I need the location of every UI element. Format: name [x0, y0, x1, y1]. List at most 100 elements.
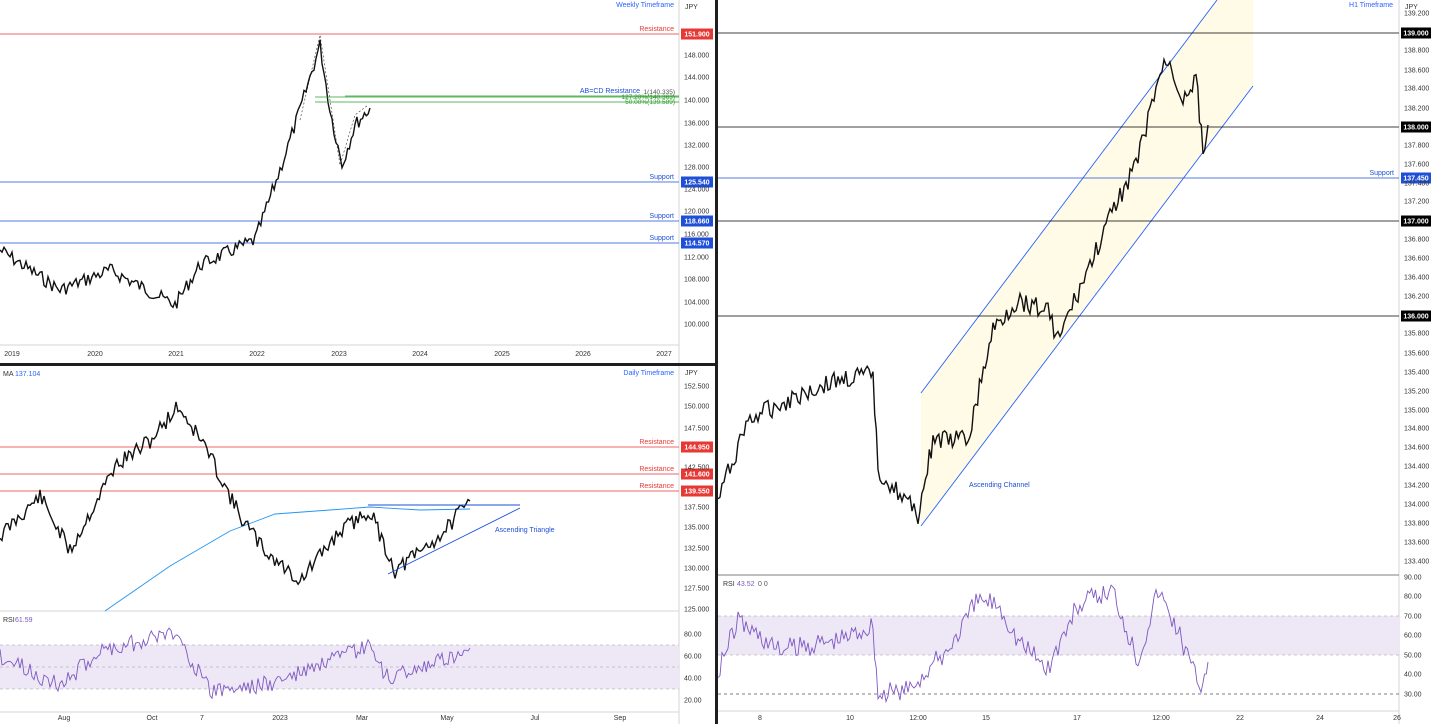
- h1-rsi-tick: 80.00: [1404, 594, 1422, 601]
- h1-price-tick: 135.000: [1404, 408, 1429, 415]
- weekly-level-price-value: 151.900: [684, 32, 709, 39]
- h1-price-tick: 133.800: [1404, 521, 1429, 528]
- daily-chart-panel[interactable]: MA 137.104 Daily Timeframe JPY Resistanc…: [0, 366, 715, 724]
- daily-level-label: Resistance: [639, 483, 674, 490]
- daily-ma-label: MA: [3, 371, 14, 378]
- h1-price-tick: 134.800: [1404, 426, 1429, 433]
- h1-level-price-value: 137.000: [1403, 219, 1428, 226]
- daily-time-tick: 2023: [272, 715, 288, 722]
- h1-price-tick: 137.400: [1404, 181, 1429, 188]
- daily-price-tick: 142.500: [684, 465, 709, 472]
- weekly-price-tick: 144.000: [684, 75, 709, 82]
- h1-rsi-label: RSI: [723, 581, 735, 588]
- h1-price-tick: 137.600: [1404, 162, 1429, 169]
- h1-price-tick: 139.200: [1404, 11, 1429, 18]
- daily-price-tick: 150.000: [684, 404, 709, 411]
- h1-price-tick: 135.200: [1404, 389, 1429, 396]
- panel-divider-horizontal[interactable]: [0, 363, 715, 366]
- daily-price-tick: 147.500: [684, 426, 709, 433]
- h1-rsi-tick: 70.00: [1404, 614, 1422, 621]
- daily-price-tick: 127.500: [684, 586, 709, 593]
- daily-currency-label: JPY: [685, 370, 698, 377]
- h1-rsi-params: 0 0: [758, 581, 768, 588]
- daily-price-series: [0, 401, 471, 586]
- daily-time-tick: Mar: [356, 715, 369, 722]
- daily-moving-average: [104, 506, 471, 612]
- daily-chart[interactable]: MA 137.104 Daily Timeframe JPY Resistanc…: [0, 366, 715, 724]
- weekly-price-tick: 108.000: [684, 277, 709, 284]
- daily-rsi-label: RSI: [3, 617, 15, 624]
- daily-rsi-tick: 40.00: [684, 676, 702, 683]
- h1-time-tick: 24: [1316, 715, 1324, 722]
- weekly-currency-label: JPY: [685, 4, 698, 11]
- weekly-price-series: [0, 39, 371, 309]
- h1-chart-panel[interactable]: H1 Timeframe JPY 139.000 138.000 Support 13…: [718, 0, 1431, 724]
- weekly-price-tick: 112.000: [684, 255, 709, 262]
- weekly-chart-panel[interactable]: Weekly Timeframe JPY Resistance 151.900 Su…: [0, 0, 715, 363]
- h1-price-tick: 138.400: [1404, 86, 1429, 93]
- panel-divider-vertical[interactable]: [715, 0, 718, 724]
- weekly-time-tick: 2019: [4, 351, 20, 358]
- h1-price-tick: 135.400: [1404, 370, 1429, 377]
- fib-label-50: 50.00%(139.589): [625, 99, 675, 106]
- weekly-level-price-value: 125.540: [684, 180, 709, 187]
- h1-price-tick: 134.000: [1404, 502, 1429, 509]
- h1-price-tick: 134.600: [1404, 445, 1429, 452]
- daily-level-label: Resistance: [639, 466, 674, 473]
- weekly-chart[interactable]: Weekly Timeframe JPY Resistance 151.900 Su…: [0, 0, 715, 363]
- h1-time-tick: 12:00: [1152, 715, 1170, 722]
- weekly-time-tick: 2025: [494, 351, 510, 358]
- h1-time-tick: 15: [982, 715, 990, 722]
- weekly-price-tick: 132.000: [684, 143, 709, 150]
- weekly-time-tick: 2022: [249, 351, 265, 358]
- channel-upper-line: [920, 0, 1218, 394]
- weekly-price-tick: 104.000: [684, 300, 709, 307]
- ascending-channel-label: Ascending Channel: [969, 482, 1030, 489]
- h1-price-tick: 138.800: [1404, 48, 1429, 55]
- h1-price-tick: 136.600: [1404, 256, 1429, 263]
- h1-price-tick: 134.400: [1404, 464, 1429, 471]
- weekly-time-tick: 2020: [87, 351, 103, 358]
- daily-timeframe-label: Daily Timeframe: [623, 370, 674, 377]
- daily-rsi-tick: 80.00: [684, 632, 702, 639]
- daily-rsi-value: 61.59: [15, 617, 33, 624]
- h1-rsi-tick: 30.00: [1404, 692, 1422, 699]
- weekly-level-label: Support: [649, 235, 674, 242]
- weekly-timeframe-label: Weekly Timeframe: [616, 2, 674, 9]
- h1-price-tick: 135.800: [1404, 331, 1429, 338]
- daily-price-tick: 132.500: [684, 546, 709, 553]
- daily-level-label: Resistance: [639, 439, 674, 446]
- h1-level-price-value: 136.000: [1403, 314, 1428, 321]
- daily-time-tick: Sep: [614, 715, 627, 722]
- weekly-level-price-value: 118.660: [685, 219, 710, 226]
- weekly-price-tick: 100.000: [684, 322, 709, 329]
- h1-price-tick: 138.200: [1404, 106, 1429, 113]
- weekly-level-label: Resistance: [639, 26, 674, 33]
- weekly-time-tick: 2021: [168, 351, 184, 358]
- h1-chart[interactable]: H1 Timeframe JPY 139.000138.000Support13…: [718, 0, 1431, 724]
- h1-rsi-tick: 40.00: [1404, 672, 1422, 679]
- weekly-abcd-pattern-line: [299, 34, 369, 166]
- h1-time-tick: 22: [1236, 715, 1244, 722]
- weekly-price-tick: 140.000: [684, 98, 709, 105]
- daily-price-tick: 125.000: [684, 607, 709, 614]
- weekly-price-tick: 136.000: [684, 121, 709, 128]
- weekly-time-tick: 2026: [575, 351, 591, 358]
- weekly-time-tick: 2027: [656, 351, 672, 358]
- weekly-time-tick: 2024: [412, 351, 428, 358]
- weekly-price-tick: 148.000: [684, 53, 709, 60]
- h1-price-tick: 133.600: [1404, 540, 1429, 547]
- h1-price-tick: 133.400: [1404, 559, 1429, 566]
- h1-price-tick: 137.200: [1404, 199, 1429, 206]
- h1-time-tick: 17: [1073, 715, 1081, 722]
- weekly-level-label: Support: [649, 174, 674, 181]
- daily-level-price-value: 141.600: [684, 472, 709, 479]
- h1-time-tick: 26: [1393, 715, 1401, 722]
- h1-price-tick: 137.800: [1404, 143, 1429, 150]
- daily-price-tick: 130.000: [684, 566, 709, 573]
- h1-price-tick: 135.600: [1404, 351, 1429, 358]
- weekly-level-price-value: 114.570: [685, 241, 710, 248]
- daily-rsi-tick: 20.00: [684, 698, 702, 705]
- daily-time-tick: Aug: [58, 715, 71, 722]
- h1-rsi-value: 43.52: [737, 581, 755, 588]
